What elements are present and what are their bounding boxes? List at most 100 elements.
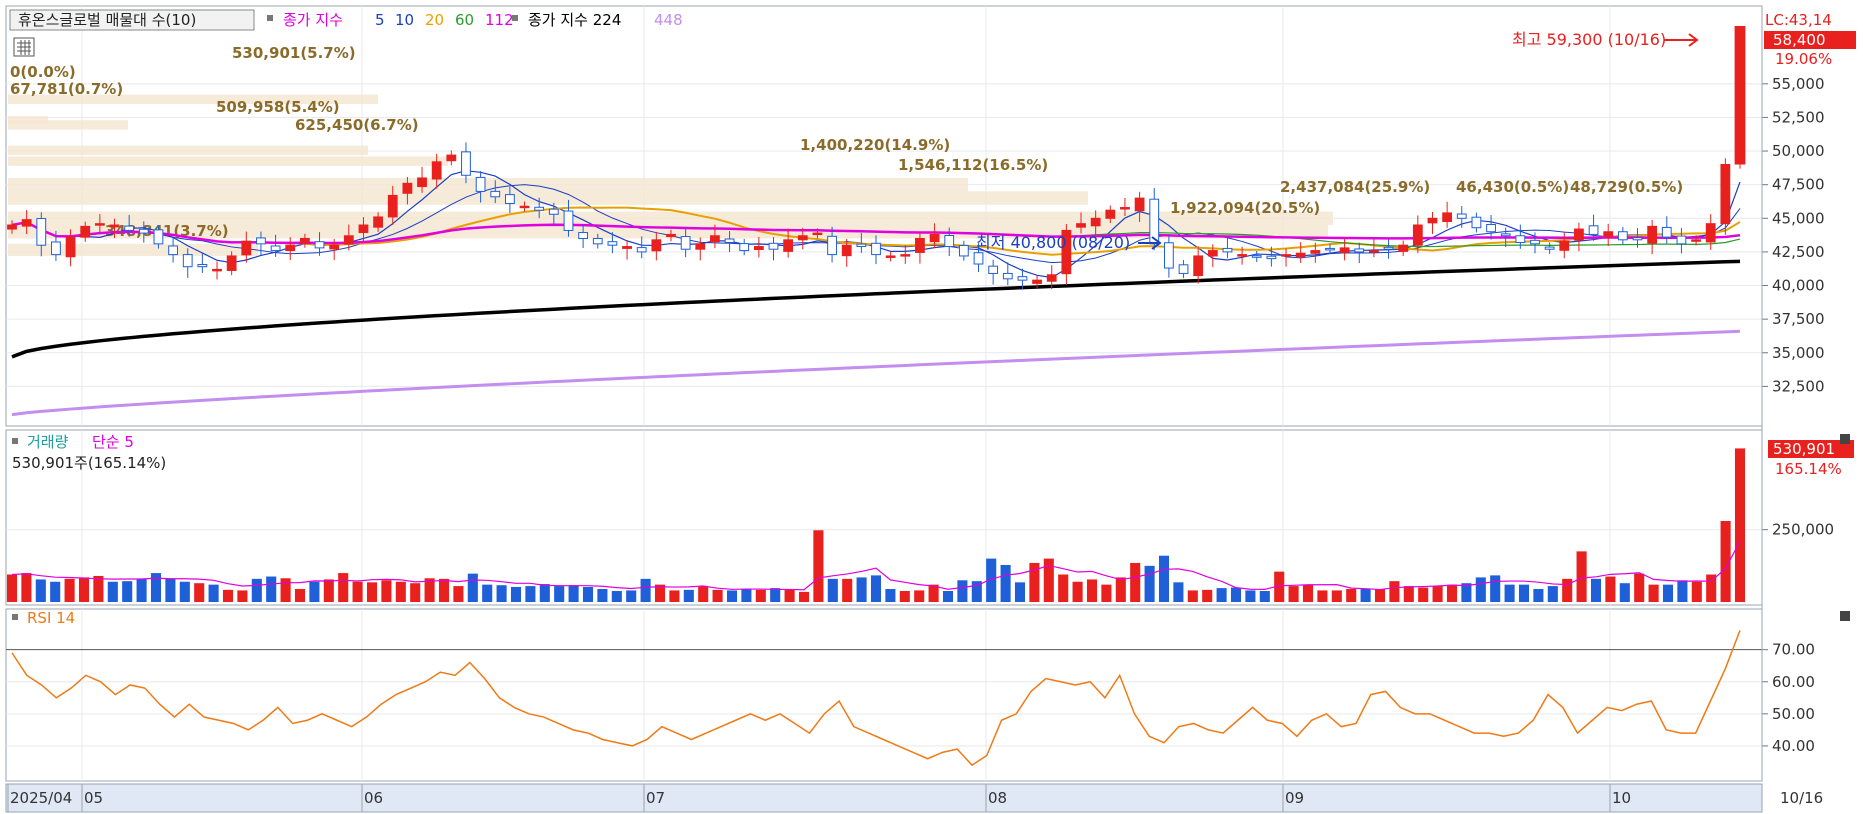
candle-body	[841, 244, 852, 257]
volume-bar	[626, 590, 637, 602]
volume-bar	[525, 586, 536, 602]
x-axis-label: 10	[1612, 789, 1631, 807]
volume-profile-label: 1,400,220(14.9%)	[800, 136, 950, 154]
rsi-close-icon[interactable]	[1840, 611, 1850, 621]
candle-body	[724, 238, 735, 243]
candle-body	[285, 244, 296, 252]
legend-marker-ma	[267, 15, 273, 21]
candle-body	[1090, 217, 1101, 227]
candle-body	[1076, 223, 1086, 228]
legend-ma-period: 20	[425, 11, 444, 29]
legend-ma-period: 112	[485, 11, 514, 29]
volume-profile-bar	[8, 156, 448, 166]
price-tick-label: 40,000	[1772, 277, 1825, 295]
candle-body	[1603, 231, 1614, 238]
candle-body	[226, 255, 237, 271]
candle-body	[1486, 223, 1496, 233]
volume-profile-label: 1,922,094(20.5%)	[1170, 199, 1320, 217]
candle-body	[973, 252, 984, 265]
volume-profile-label: 625,450(6.7%)	[295, 116, 419, 134]
candle-body	[1295, 252, 1306, 258]
candle-body	[958, 244, 969, 257]
volume-bar	[93, 575, 104, 602]
volume-profile-label: 0(0.0%)	[10, 63, 76, 81]
candle-body	[651, 239, 662, 252]
volume-bar	[798, 591, 810, 602]
volume-bar	[770, 588, 781, 602]
volume-pct-label: 165.14%	[1775, 460, 1842, 478]
volume-bar	[1490, 575, 1501, 602]
candle-body	[168, 245, 178, 256]
candle-body	[402, 182, 413, 194]
candle-body	[505, 194, 515, 205]
x-axis-label: 05	[84, 789, 103, 807]
candle-body	[80, 225, 91, 238]
candle-body	[680, 236, 691, 250]
candle-body	[1647, 225, 1658, 244]
candle-body	[1705, 223, 1716, 243]
candle-body	[1398, 244, 1409, 252]
candle-body	[109, 224, 120, 228]
volume-bar	[784, 589, 795, 602]
candle-body	[1178, 264, 1189, 274]
volume-bar	[914, 590, 925, 602]
candle-body	[871, 242, 881, 256]
volume-bar	[1144, 565, 1155, 602]
candle-body	[988, 265, 999, 274]
volume-bar	[1605, 576, 1616, 602]
candle-body	[1339, 247, 1350, 253]
volume-bar	[1216, 588, 1227, 602]
volume-bar	[870, 575, 882, 602]
volume-bar	[1446, 584, 1458, 602]
volume-bar	[1302, 584, 1314, 602]
volume-bar	[1173, 582, 1184, 602]
volume-profile-label: 48,729(0.5%)	[1570, 178, 1683, 196]
candle-body	[1149, 198, 1160, 245]
candle-body	[1207, 250, 1218, 257]
volume-bar	[136, 578, 147, 602]
volume-bar	[107, 581, 118, 602]
volume-bar	[395, 581, 406, 602]
volume-bar	[165, 578, 176, 602]
candle-body	[1017, 276, 1028, 281]
volume-bar	[208, 584, 219, 602]
legend-title: 휴온스글로벌 매물대 수(10)	[18, 11, 196, 29]
candle-body	[1500, 233, 1511, 237]
candle-body	[1442, 212, 1453, 223]
candle-body	[783, 239, 794, 252]
candle-body	[915, 237, 925, 253]
volume-tick-label: 250,000	[1772, 521, 1834, 539]
legend-marker-volume	[12, 438, 18, 444]
volume-bar	[294, 588, 306, 602]
volume-y-axis: 250,000	[1762, 521, 1834, 539]
price-tick-label: 47,500	[1772, 176, 1825, 194]
volume-bar	[669, 590, 680, 602]
volume-bar	[942, 591, 954, 602]
candle-body	[1383, 246, 1394, 250]
volume-bar	[222, 589, 234, 602]
volume-bar	[280, 578, 291, 602]
volume-bar	[6, 574, 18, 602]
candle-body	[1661, 226, 1672, 238]
candle-body	[1471, 216, 1482, 229]
volume-bar	[640, 578, 651, 602]
candle-body	[373, 216, 383, 228]
volume-bar	[338, 573, 349, 602]
candle-body	[1574, 228, 1584, 241]
candle-body	[94, 223, 105, 226]
volume-title-right: 단순 5	[92, 433, 134, 451]
price-tick-label: 42,500	[1772, 243, 1825, 261]
volume-profile-label: 67,781(0.7%)	[10, 80, 123, 98]
candle-body	[856, 243, 867, 248]
volume-bar	[251, 578, 262, 602]
candle-body	[1281, 254, 1291, 257]
x-axis-label: 06	[364, 789, 383, 807]
candle-body	[431, 161, 442, 180]
rsi-tick-label: 60.00	[1772, 673, 1815, 691]
volume-close-icon[interactable]	[1840, 434, 1850, 444]
volume-profile-bar	[8, 191, 1088, 205]
x-axis-label: 09	[1285, 789, 1304, 807]
volume-bar	[1130, 562, 1141, 602]
volume-bar	[237, 590, 248, 602]
volume-bar	[539, 584, 550, 602]
